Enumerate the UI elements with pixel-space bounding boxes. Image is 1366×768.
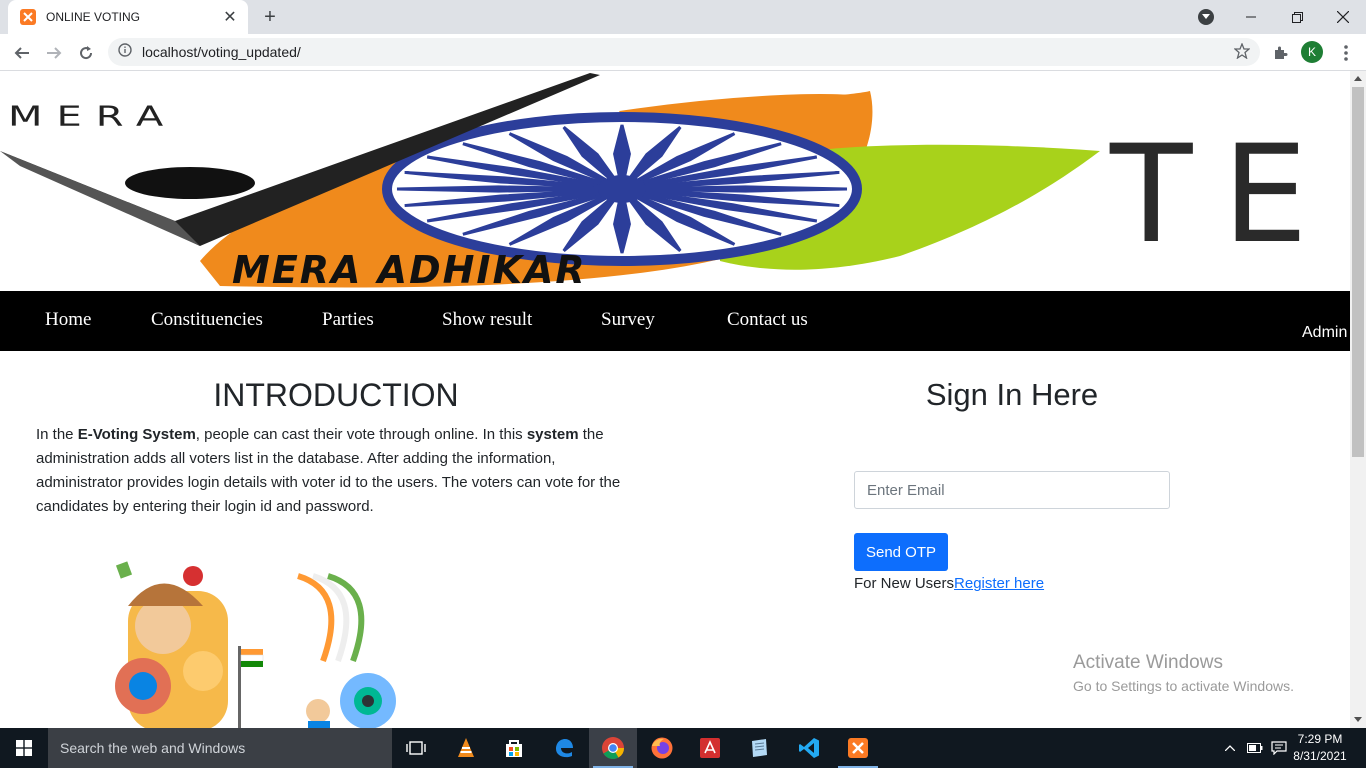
- extensions-icon[interactable]: [1266, 39, 1294, 67]
- register-link[interactable]: Register here: [954, 575, 1044, 592]
- xampp-icon[interactable]: [834, 728, 882, 768]
- scrollbar-thumb[interactable]: [1352, 87, 1364, 457]
- browser-tab-bar: ONLINE VOTING ✕ +: [0, 0, 1366, 34]
- store-icon[interactable]: [490, 728, 538, 768]
- back-icon[interactable]: [8, 39, 36, 67]
- xampp-favicon-icon: [20, 9, 36, 25]
- close-window-icon[interactable]: [1320, 0, 1366, 34]
- activate-line1: Activate Windows: [1073, 652, 1223, 673]
- logo-te-text: TE: [1109, 116, 1338, 273]
- reload-icon[interactable]: [72, 39, 100, 67]
- minimize-icon[interactable]: [1228, 0, 1274, 34]
- logo-mera-text: MERA: [8, 100, 177, 132]
- windows-taskbar: Search the web and Windows 7:29 PM 8/31/…: [0, 728, 1366, 768]
- register-line: For New UsersRegister here: [854, 575, 1044, 592]
- vlc-icon[interactable]: [442, 728, 490, 768]
- chrome-taskbar-icon[interactable]: [589, 728, 637, 768]
- introduction-paragraph: In the E-Voting System, people can cast …: [36, 426, 621, 515]
- nav-contact-us[interactable]: Contact us: [727, 309, 808, 331]
- acrobat-icon[interactable]: [686, 728, 734, 768]
- email-input[interactable]: [854, 471, 1170, 509]
- signin-heading: Sign In Here: [925, 377, 1099, 412]
- nav-parties[interactable]: Parties: [322, 309, 374, 331]
- tab-search-icon[interactable]: [1198, 9, 1214, 25]
- notepad-icon[interactable]: [735, 728, 783, 768]
- nav-constituencies[interactable]: Constituencies: [151, 309, 263, 331]
- nav-home[interactable]: Home: [45, 309, 91, 331]
- task-view-icon[interactable]: [392, 728, 440, 768]
- mera-vote-banner: MERA TE MERA ADHIKAR: [0, 73, 1338, 291]
- scroll-up-icon[interactable]: [1354, 76, 1362, 81]
- battery-icon[interactable]: [1244, 728, 1266, 768]
- firefox-icon[interactable]: [638, 728, 686, 768]
- system-clock[interactable]: 7:29 PM 8/31/2021: [1290, 731, 1350, 765]
- windows-start-icon[interactable]: [0, 728, 48, 768]
- clock-time: 7:29 PM: [1297, 732, 1343, 746]
- notification-icon[interactable]: [1268, 728, 1290, 768]
- web-page: MERA TE MERA ADHIKAR Home Constituencies…: [0, 71, 1350, 728]
- scroll-down-icon[interactable]: [1354, 717, 1362, 722]
- profile-avatar[interactable]: K: [1301, 41, 1323, 63]
- activate-windows-watermark: Activate Windows Go to Settings to activ…: [1073, 652, 1294, 694]
- send-otp-button[interactable]: Send OTP: [854, 533, 948, 571]
- nav-show-result[interactable]: Show result: [442, 309, 532, 331]
- browser-toolbar: localhost/voting_updated/ K: [0, 34, 1366, 71]
- url-text: localhost/voting_updated/: [142, 44, 301, 60]
- main-navbar: Home Constituencies Parties Show result …: [0, 291, 1350, 351]
- page-scrollbar[interactable]: [1350, 71, 1366, 728]
- site-info-icon[interactable]: [118, 42, 132, 62]
- new-users-label: For New Users: [854, 575, 955, 592]
- taskbar-search-box[interactable]: Search the web and Windows: [48, 728, 392, 768]
- chrome-menu-icon[interactable]: [1332, 39, 1360, 67]
- tab-title: ONLINE VOTING: [46, 10, 141, 24]
- introduction-heading: INTRODUCTION: [213, 377, 459, 413]
- edge-icon[interactable]: [540, 728, 588, 768]
- tab-close-icon[interactable]: ✕: [218, 5, 242, 29]
- restore-icon[interactable]: [1274, 0, 1320, 34]
- tray-chevron-icon[interactable]: [1220, 728, 1240, 768]
- logo-tagline-text: MERA ADHIKAR: [232, 248, 587, 291]
- bookmark-star-icon[interactable]: [1233, 42, 1251, 64]
- vscode-icon[interactable]: [785, 728, 833, 768]
- forward-icon[interactable]: [40, 39, 68, 67]
- clock-date: 8/31/2021: [1293, 749, 1347, 763]
- nav-survey[interactable]: Survey: [601, 309, 655, 331]
- browser-tab[interactable]: ONLINE VOTING ✕: [8, 0, 248, 34]
- new-tab-icon[interactable]: +: [258, 5, 282, 29]
- activate-line2: Go to Settings to activate Windows.: [1073, 678, 1294, 694]
- address-bar[interactable]: localhost/voting_updated/: [108, 38, 1260, 66]
- india-culture-illustration: [115, 561, 396, 728]
- nav-admin[interactable]: Admin: [1302, 324, 1347, 342]
